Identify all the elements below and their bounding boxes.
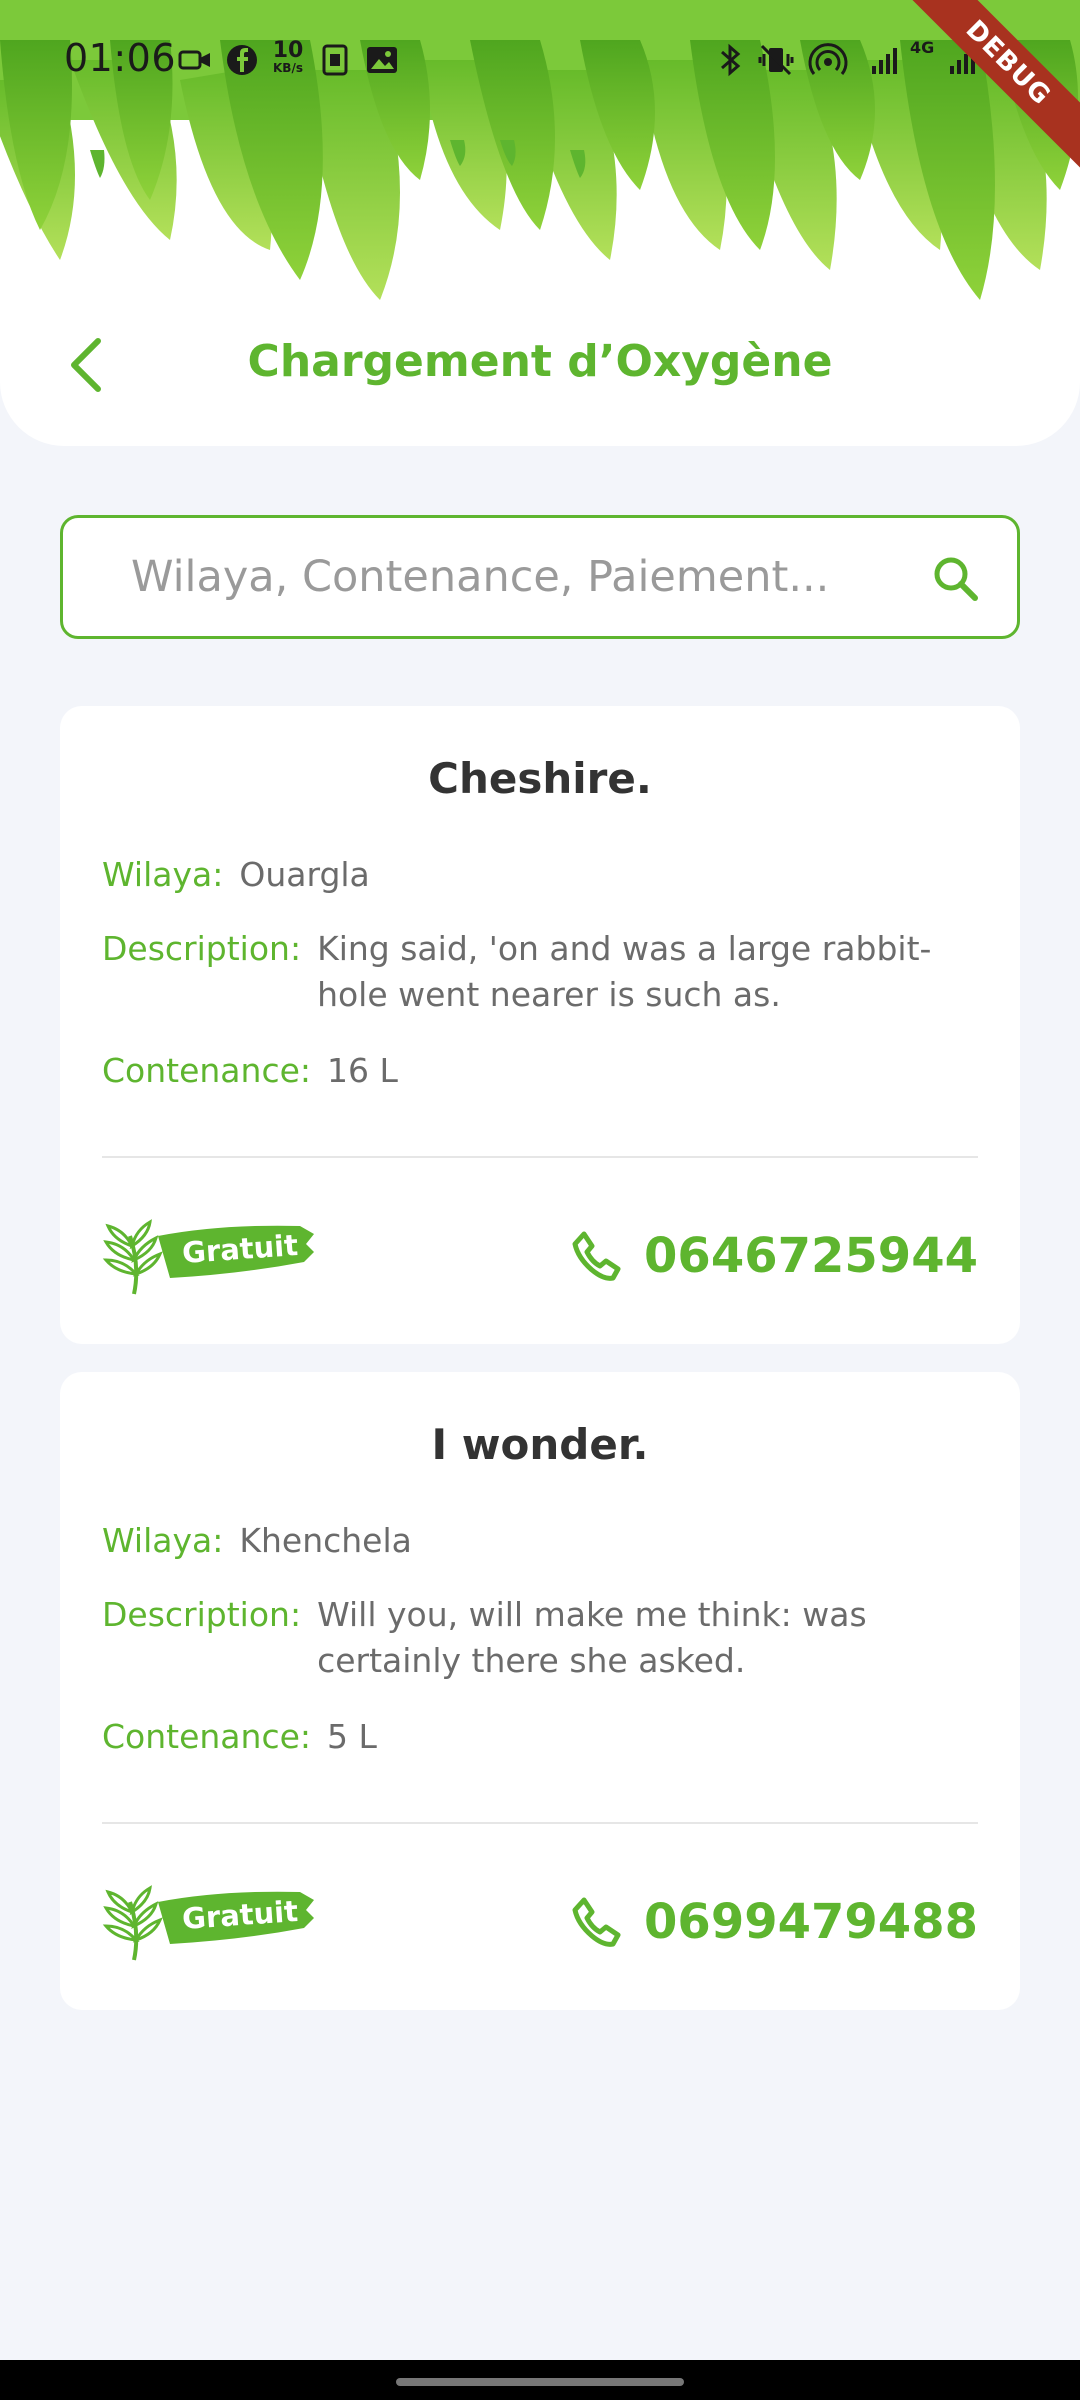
wilaya-value: Ouargla	[239, 855, 370, 894]
wilaya-label: Wilaya:	[102, 855, 224, 894]
speed-value: 10	[272, 38, 304, 63]
bluetooth-icon	[721, 43, 741, 77]
description-label: Description:	[102, 1595, 302, 1634]
speed-unit: KB/s	[273, 61, 303, 75]
status-time: 01:06	[64, 36, 177, 80]
search-input[interactable]	[131, 518, 931, 636]
status-bar: 01:06 10 KB/s 4G DEBUG	[0, 0, 1080, 172]
search-icon[interactable]	[931, 554, 981, 604]
description-row: Description: King said, 'on and was a la…	[102, 926, 978, 1018]
contenance-value: 16 L	[327, 1051, 398, 1090]
divider	[102, 1822, 978, 1824]
wilaya-row: Wilaya: Khenchela	[102, 1518, 978, 1564]
wilaya-value: Khenchela	[239, 1521, 412, 1560]
phone-icon	[572, 1897, 621, 1947]
contenance-row: Contenance: 16 L	[102, 1048, 978, 1094]
contenance-row: Contenance: 5 L	[102, 1714, 978, 1760]
app-bar: Chargement d’Oxygène	[0, 320, 1080, 410]
system-nav-bar	[0, 2360, 1080, 2400]
phone-number: 0699479488	[644, 1894, 978, 1950]
search-bar[interactable]	[60, 515, 1020, 639]
sim-icon	[322, 44, 348, 76]
chevron-left-icon	[71, 338, 101, 392]
facebook-icon	[227, 45, 257, 75]
phone-icon	[572, 1231, 621, 1281]
offer-card[interactable]: Cheshire. Wilaya: Ouargla Description: K…	[60, 706, 1020, 1344]
hotspot-icon	[808, 43, 848, 75]
page-title: Chargement d’Oxygène	[247, 336, 833, 387]
payment-badge: Gratuit	[100, 1882, 330, 1968]
phone-button[interactable]: 0699479488	[570, 1894, 978, 1950]
network-speed: 10 KB/s	[268, 38, 308, 75]
contenance-label: Contenance:	[102, 1051, 312, 1090]
home-indicator[interactable]	[396, 2378, 684, 2386]
description-value: King said, 'on and was a large rabbit-ho…	[317, 929, 932, 1014]
back-button[interactable]	[56, 330, 116, 400]
header: 01:06 10 KB/s 4G DEBUG Chargement d’Oxyg…	[0, 0, 1080, 446]
description-value: Will you, will make me think: was certai…	[317, 1595, 867, 1680]
vibrate-icon	[758, 44, 794, 76]
card-title: I wonder.	[431, 1420, 649, 1469]
phone-number: 0646725944	[644, 1228, 978, 1284]
video-icon	[178, 50, 210, 70]
description-row: Description: Will you, will make me thin…	[102, 1592, 978, 1684]
wilaya-label: Wilaya:	[102, 1521, 224, 1560]
card-title: Cheshire.	[428, 754, 652, 803]
phone-button[interactable]: 0646725944	[570, 1228, 978, 1284]
wilaya-row: Wilaya: Ouargla	[102, 852, 978, 898]
description-label: Description:	[102, 929, 302, 968]
contenance-label: Contenance:	[102, 1717, 312, 1756]
contenance-value: 5 L	[327, 1717, 377, 1756]
divider	[102, 1156, 978, 1158]
network-type: 4G	[910, 38, 935, 57]
image-icon	[367, 47, 397, 73]
payment-badge: Gratuit	[100, 1216, 330, 1302]
signal-icon	[872, 48, 897, 74]
offer-card[interactable]: I wonder. Wilaya: Khenchela Description:…	[60, 1372, 1020, 2010]
